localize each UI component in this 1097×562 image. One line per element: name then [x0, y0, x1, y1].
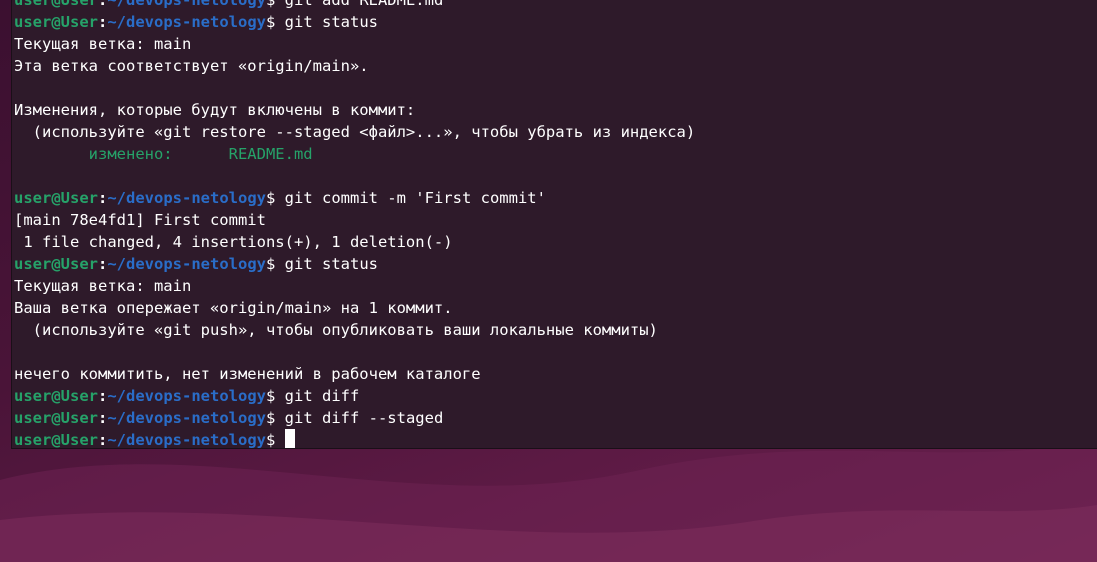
command-text — [275, 431, 284, 448]
terminal-window[interactable]: user@User:~/devops-netology$ git add REA… — [12, 0, 1097, 448]
prompt-user: user@User — [14, 189, 98, 207]
prompt-line: user@User:~/devops-netology$ git commit … — [14, 187, 1097, 209]
prompt-dollar: $ — [265, 409, 276, 427]
output-line: Эта ветка соответствует «origin/main». — [14, 57, 369, 75]
prompt-colon: : — [98, 431, 108, 448]
prompt-dollar: $ — [265, 13, 276, 31]
prompt-colon: : — [98, 13, 108, 31]
prompt-colon: : — [98, 189, 108, 207]
output-line: (используйте «git restore --staged <файл… — [14, 123, 696, 141]
output-line: Текущая ветка: main — [14, 277, 192, 295]
command-text: git commit -m 'First commit' — [275, 189, 546, 207]
prompt-line: user@User:~/devops-netology$ git diff — [14, 385, 1097, 407]
output-line: 1 file changed, 4 insertions(+), 1 delet… — [14, 233, 453, 251]
prompt-colon: : — [98, 255, 108, 273]
text-cursor — [284, 429, 295, 448]
prompt-path: ~/devops-netology — [107, 431, 266, 448]
prompt-path: ~/devops-netology — [107, 13, 266, 31]
prompt-line: user@User:~/devops-netology$ git diff --… — [14, 407, 1097, 429]
prompt-user: user@User — [14, 13, 98, 31]
staged-file-line: изменено: README.md — [14, 145, 313, 163]
prompt-path: ~/devops-netology — [107, 387, 266, 405]
command-text: git status — [275, 255, 378, 273]
prompt-user: user@User — [14, 0, 98, 9]
prompt-colon: : — [98, 0, 108, 9]
prompt-line: user@User:~/devops-netology$ git status — [14, 11, 1097, 33]
prompt-dollar: $ — [265, 387, 276, 405]
command-text: git diff — [275, 387, 360, 405]
prompt-user: user@User — [14, 255, 98, 273]
prompt-user: user@User — [14, 409, 98, 427]
terminal-output: user@User:~/devops-netology$ git add REA… — [14, 0, 1097, 448]
prompt-dollar: $ — [265, 255, 276, 273]
output-line: нечего коммитить, нет изменений в рабоче… — [14, 365, 481, 383]
prompt-user: user@User — [14, 387, 98, 405]
output-line: Ваша ветка опережает «origin/main» на 1 … — [14, 299, 453, 317]
prompt-line: user@User:~/devops-netology$ git status — [14, 253, 1097, 275]
output-line: [main 78e4fd1] First commit — [14, 211, 266, 229]
active-prompt-line[interactable]: user@User:~/devops-netology$ — [14, 429, 1097, 448]
prompt-line: user@User:~/devops-netology$ git add REA… — [14, 0, 1097, 11]
command-text: git add README.md — [275, 0, 444, 9]
command-text: git diff --staged — [275, 409, 444, 427]
prompt-path: ~/devops-netology — [107, 0, 266, 9]
command-text: git status — [275, 13, 378, 31]
prompt-path: ~/devops-netology — [107, 255, 266, 273]
prompt-path: ~/devops-netology — [107, 409, 266, 427]
prompt-colon: : — [98, 409, 108, 427]
prompt-dollar: $ — [265, 189, 276, 207]
output-line: Изменения, которые будут включены в комм… — [14, 101, 416, 119]
output-line: Текущая ветка: main — [14, 35, 192, 53]
prompt-user: user@User — [14, 431, 98, 448]
prompt-dollar: $ — [265, 0, 276, 9]
output-line: (используйте «git push», чтобы опубликов… — [14, 321, 658, 339]
prompt-colon: : — [98, 387, 108, 405]
prompt-path: ~/devops-netology — [107, 189, 266, 207]
prompt-dollar: $ — [265, 431, 276, 448]
